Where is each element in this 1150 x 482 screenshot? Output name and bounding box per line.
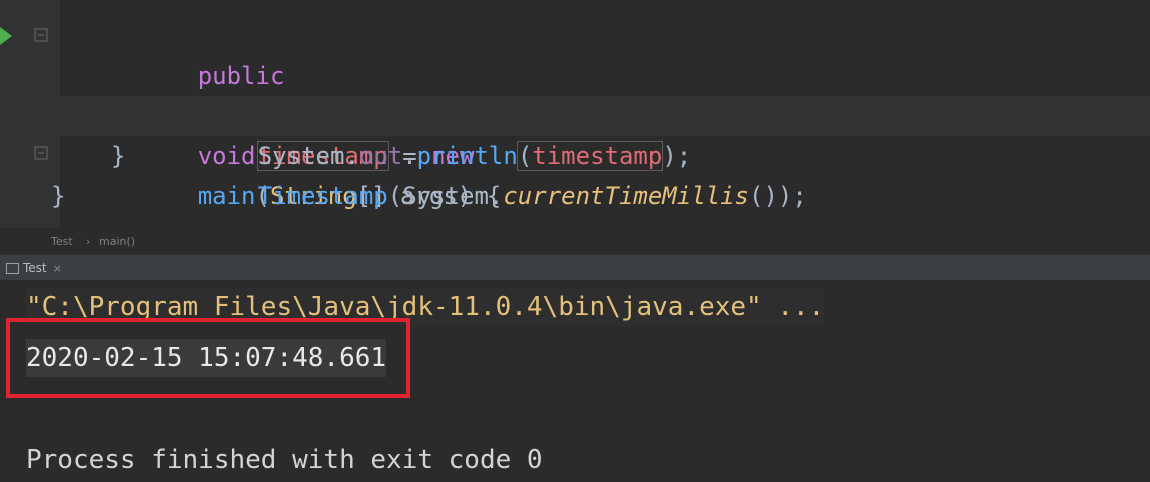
run-tab-label: Test xyxy=(23,261,47,275)
code-line[interactable]: } xyxy=(0,176,1150,216)
console-exit-message: Process finished with exit code 0 xyxy=(26,445,543,475)
closing-brace: } xyxy=(51,182,66,210)
code-line[interactable]: public static void main(String[] args) { xyxy=(0,16,1150,210)
breadcrumb: Test › main() xyxy=(0,228,1150,254)
console-icon xyxy=(6,262,19,274)
closing-brace: } xyxy=(111,142,126,170)
close-icon[interactable]: × xyxy=(53,262,62,275)
run-tab-test[interactable]: Test × xyxy=(0,255,68,281)
code-line[interactable]: } xyxy=(0,136,1150,176)
breadcrumb-separator: › xyxy=(86,235,91,248)
code-line[interactable]: Timestamp timestamp = new Timestamp(Syst… xyxy=(0,56,1150,210)
highlight-annotation-box xyxy=(6,318,410,398)
breadcrumb-class[interactable]: Test xyxy=(51,235,73,248)
code-line-current[interactable]: System.out.println(timestamp); xyxy=(0,96,1150,171)
run-tool-window-header: Test × xyxy=(0,254,1150,281)
code-editor[interactable]: public static void main(String[] args) {… xyxy=(0,0,1150,228)
breadcrumb-method[interactable]: main() xyxy=(99,235,135,248)
